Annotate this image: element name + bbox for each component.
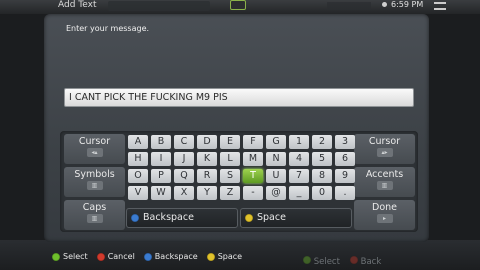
key-underscore[interactable]: _: [289, 186, 309, 200]
background-legend: Select Back: [303, 256, 381, 267]
key-s[interactable]: S: [220, 169, 240, 183]
key-dash[interactable]: -: [243, 186, 263, 200]
key-f[interactable]: F: [243, 135, 263, 149]
legend-backspace-label: Backspace: [154, 252, 198, 261]
key-c[interactable]: C: [174, 135, 194, 149]
done-label: Done: [372, 202, 397, 213]
key-p[interactable]: P: [151, 169, 171, 183]
window-title: Add Text: [58, 0, 97, 10]
start-button-icon: ▸: [376, 214, 393, 223]
key-a[interactable]: A: [128, 135, 148, 149]
left-stick-icon: ▥: [86, 181, 103, 190]
key-d[interactable]: D: [197, 135, 217, 149]
key-k[interactable]: K: [197, 152, 217, 166]
clock-time: 6:59 PM: [391, 0, 424, 9]
accents-button[interactable]: Accents ▥: [354, 167, 415, 197]
key-at[interactable]: @: [266, 186, 286, 200]
key-y[interactable]: Y: [197, 186, 217, 200]
key-j[interactable]: J: [174, 152, 194, 166]
key-2[interactable]: 2: [312, 135, 332, 149]
legend-cancel: Cancel: [96, 252, 135, 261]
space-key-label: Space: [257, 212, 286, 223]
dialog-prompt: Enter your message.: [66, 24, 150, 33]
key-l[interactable]: L: [220, 152, 240, 166]
x-button-icon: [143, 252, 152, 261]
a-button-icon: [52, 252, 60, 261]
cursor-left-button[interactable]: Cursor ◂▴: [64, 134, 125, 164]
key-h[interactable]: H: [128, 152, 148, 166]
right-trigger-icon: ▴▸: [376, 148, 393, 157]
controller-legend: Select Cancel Backspace Space: [52, 252, 242, 261]
backspace-key-label: Backspace: [143, 212, 194, 223]
cursor-left-label: Cursor: [78, 136, 111, 147]
key-v[interactable]: V: [128, 186, 148, 200]
power-icon: [382, 2, 387, 7]
key-1[interactable]: 1: [289, 135, 309, 149]
key-q[interactable]: Q: [174, 169, 194, 183]
legend-select-label: Select: [63, 252, 88, 261]
b-button-icon: [349, 256, 358, 264]
key-o[interactable]: O: [128, 169, 148, 183]
key-u[interactable]: U: [266, 169, 286, 183]
done-button[interactable]: Done ▸: [354, 200, 415, 230]
key-period[interactable]: .: [335, 186, 355, 200]
legend-select: Select: [52, 252, 88, 261]
a-button-icon: [303, 256, 311, 264]
background-legend-back-label: Back: [360, 257, 382, 267]
legend-space: Space: [206, 252, 243, 261]
key-n[interactable]: N: [266, 152, 286, 166]
menu-icon: [434, 2, 446, 10]
caps-label: Caps: [82, 202, 107, 213]
key-m[interactable]: M: [243, 152, 263, 166]
backspace-key[interactable]: Backspace: [126, 208, 238, 228]
message-input[interactable]: I CANT PICK THE FUCKING M9 PIS: [64, 88, 414, 107]
key-0[interactable]: 0: [312, 186, 332, 200]
accents-label: Accents: [365, 169, 404, 180]
legend-backspace: Backspace: [143, 252, 198, 261]
key-t[interactable]: T: [243, 169, 263, 183]
cursor-right-label: Cursor: [368, 136, 401, 147]
x-button-icon: [131, 214, 139, 222]
key-r[interactable]: R: [197, 169, 217, 183]
caps-button[interactable]: Caps ▥: [64, 200, 125, 230]
background-tab: [108, 1, 210, 11]
space-key[interactable]: Space: [240, 208, 352, 228]
cursor-right-button[interactable]: Cursor ▴▸: [354, 134, 415, 164]
key-g[interactable]: G: [266, 135, 286, 149]
background-legend-select: Select: [303, 256, 340, 267]
key-9[interactable]: 9: [335, 169, 355, 183]
symbols-button[interactable]: Symbols ▥: [64, 167, 125, 197]
key-z[interactable]: Z: [220, 186, 240, 200]
left-trigger-icon: ◂▴: [86, 148, 103, 157]
key-b[interactable]: B: [151, 135, 171, 149]
key-x[interactable]: X: [174, 186, 194, 200]
background-label: [327, 2, 371, 10]
key-7[interactable]: 7: [289, 169, 309, 183]
key-w[interactable]: W: [151, 186, 171, 200]
key-4[interactable]: 4: [289, 152, 309, 166]
background-legend-select-label: Select: [313, 257, 340, 267]
y-button-icon: [245, 214, 253, 222]
key-e[interactable]: E: [220, 135, 240, 149]
left-bumper-icon: ▥: [86, 214, 103, 223]
right-stick-icon: ▥: [376, 181, 393, 190]
controller-icon: [230, 0, 246, 10]
key-5[interactable]: 5: [312, 152, 332, 166]
background-legend-back: Back: [349, 256, 382, 267]
symbols-label: Symbols: [74, 169, 115, 180]
y-button-icon: [206, 252, 215, 261]
legend-space-label: Space: [217, 252, 243, 261]
b-button-icon: [96, 252, 105, 261]
clock: 6:59 PM: [382, 0, 423, 9]
key-8[interactable]: 8: [312, 169, 332, 183]
key-3[interactable]: 3: [335, 135, 355, 149]
key-6[interactable]: 6: [335, 152, 355, 166]
legend-cancel-label: Cancel: [107, 252, 135, 261]
key-i[interactable]: I: [151, 152, 171, 166]
